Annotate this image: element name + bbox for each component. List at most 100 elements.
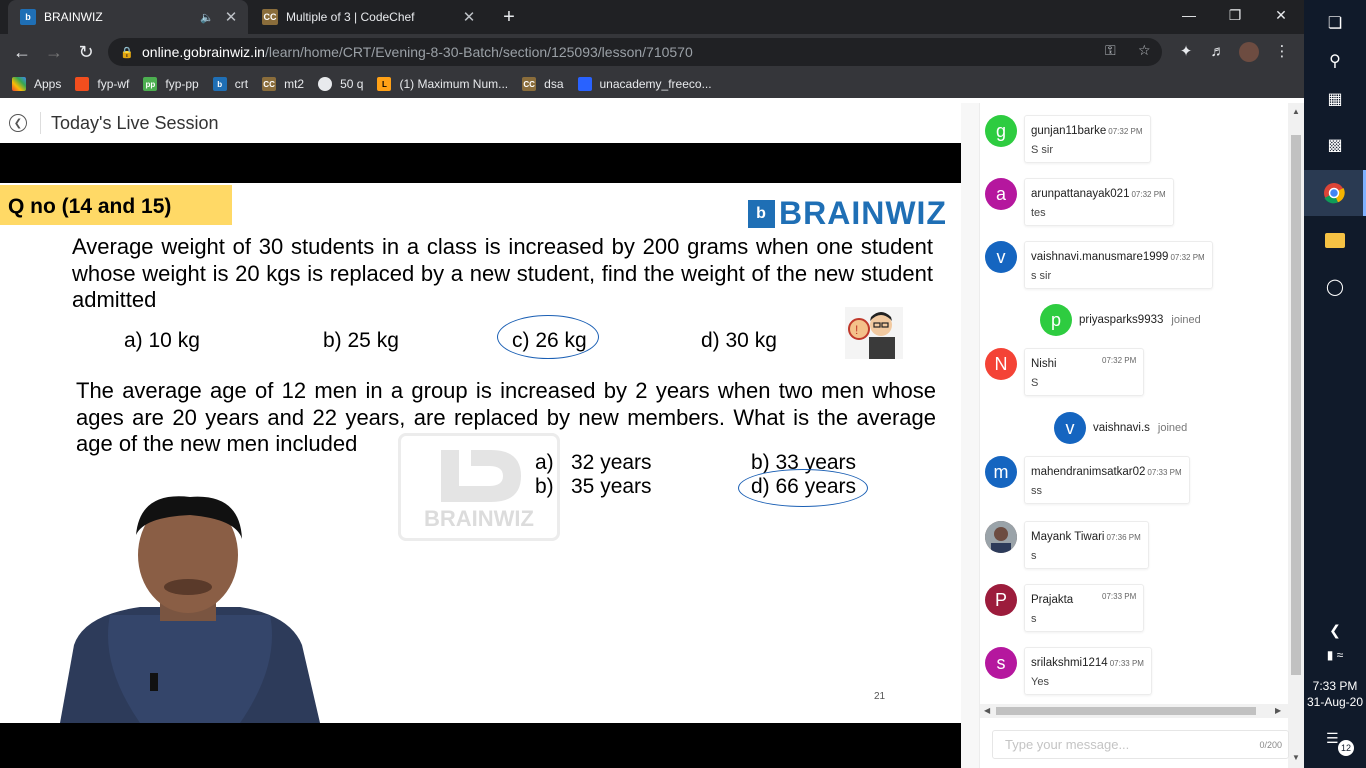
- timestamp: 07:32 PM: [1108, 127, 1143, 136]
- answer-circle-mark: [738, 469, 868, 507]
- close-tab-icon[interactable]: ✕: [220, 8, 242, 26]
- battery-wifi-icon[interactable]: ▮ ≈: [1304, 632, 1366, 678]
- chrome-icon[interactable]: [1304, 170, 1366, 216]
- system-clock[interactable]: 7:33 PM 31-Aug-20: [1304, 678, 1366, 710]
- codechef-favicon-icon: CC: [262, 9, 278, 25]
- question-2-text: The average age of 12 men in a group is …: [76, 378, 936, 456]
- codechef-icon: CC: [522, 77, 537, 91]
- username: mahendranimsatkar02: [1031, 466, 1146, 478]
- message-text: tes: [1031, 207, 1046, 219]
- tab-brainwiz[interactable]: b BRAINWIZ 🔈 ✕: [8, 0, 248, 34]
- bookmark-dsa[interactable]: CC dsa: [522, 77, 564, 91]
- timestamp: 07:33 PM: [1147, 468, 1182, 477]
- chat-horizontal-scrollbar[interactable]: ◀ ▶: [980, 704, 1288, 718]
- username: srilakshmi1214: [1031, 657, 1108, 669]
- avatar: v: [1054, 412, 1086, 444]
- q2-option-a-letter: a): [535, 451, 554, 474]
- app-icon[interactable]: ◯: [1304, 264, 1366, 310]
- clock-date: 31-Aug-20: [1306, 695, 1364, 709]
- minimize-button[interactable]: —: [1166, 0, 1212, 30]
- message-text: s: [1031, 613, 1037, 625]
- notification-badge: 12: [1338, 740, 1354, 756]
- media-control-icon[interactable]: ♬: [1207, 42, 1229, 62]
- scroll-right-icon[interactable]: ▶: [1275, 704, 1281, 718]
- key-icon[interactable]: ⚿: [1105, 42, 1116, 59]
- presenter-video: [60, 496, 320, 723]
- session-header: ❮ Today's Live Session: [0, 103, 961, 143]
- reload-icon[interactable]: ↻: [73, 40, 99, 64]
- lock-icon[interactable]: 🔒: [120, 46, 134, 59]
- username: Mayank Tiwari: [1031, 531, 1105, 543]
- menu-kebab-icon[interactable]: ⋮: [1271, 42, 1293, 62]
- scrollbar-thumb[interactable]: [1291, 135, 1301, 675]
- message-text: ss: [1031, 485, 1042, 497]
- username: Nishi: [1031, 358, 1057, 370]
- message-bubble: Mayank Tiwari 07:36 PM s: [1024, 521, 1149, 569]
- brand-name: BRAINWIZ: [779, 195, 947, 231]
- avatar: N: [985, 348, 1017, 380]
- bookmark-unacademy[interactable]: unacademy_freeco...: [577, 77, 712, 91]
- new-tab-button[interactable]: +: [497, 6, 521, 28]
- page-title: Today's Live Session: [51, 112, 219, 133]
- chat-message: P Prajakta 07:33 PM s: [985, 584, 1144, 632]
- message-bubble: vaishnavi.manusmare1999 07:32 PM s sir: [1024, 241, 1213, 289]
- close-window-button[interactable]: ✕: [1258, 0, 1304, 30]
- user-photo-icon: [985, 521, 1017, 553]
- message-bubble: mahendranimsatkar02 07:33 PM ss: [1024, 456, 1190, 504]
- tab-codechef[interactable]: CC Multiple of 3 | CodeChef ✕: [250, 0, 486, 34]
- star-icon[interactable]: ☆: [1138, 42, 1151, 59]
- chat-vertical-scrollbar[interactable]: ▲ ▼: [1288, 103, 1304, 768]
- scroll-up-icon[interactable]: ▲: [1288, 107, 1304, 116]
- notification-center-icon[interactable]: ☰: [1326, 730, 1339, 747]
- bookmark-fyp-wf[interactable]: fyp-wf: [75, 77, 129, 91]
- bookmark-crt[interactable]: b crt: [212, 77, 248, 91]
- message-bubble: srilakshmi1214 07:33 PM Yes: [1024, 647, 1152, 695]
- task-view-icon[interactable]: ▦: [1304, 76, 1366, 122]
- live-chat-panel[interactable]: g gunjan11barke 07:32 PM S sir a arunpatta…: [980, 103, 1288, 708]
- video-player[interactable]: Q no (14 and 15) b BRAINWIZ Average weig…: [0, 143, 961, 768]
- chat-message: a arunpattanayak021 07:32 PM tes: [985, 178, 1174, 226]
- profile-avatar[interactable]: [1239, 42, 1259, 62]
- forward-arrow-icon[interactable]: →: [41, 40, 67, 64]
- q1-option-d: d) 30 kg: [701, 329, 777, 352]
- restore-button[interactable]: ❐: [1212, 0, 1258, 30]
- avatar: a: [985, 178, 1017, 210]
- scroll-left-icon[interactable]: ◀: [984, 704, 990, 718]
- message-bubble: Nishi 07:32 PM S: [1024, 348, 1144, 396]
- tab-title: BRAINWIZ: [44, 10, 103, 24]
- chat-message: m mahendranimsatkar02 07:33 PM ss: [985, 456, 1190, 504]
- brainwiz-favicon-icon: b: [20, 9, 36, 25]
- windows-taskbar: ❏ ⚲ ▦ ▩ ◯ ❮ ▮ ≈ 7:33 PM 31-Aug-20 ☰ 12: [1304, 0, 1366, 768]
- teacher-avatar-sticker: !: [845, 307, 903, 359]
- user-photo-avatar: [985, 521, 1017, 553]
- speaker-muted-icon[interactable]: 🔈: [200, 11, 214, 24]
- bookmark-50q[interactable]: 50 q: [318, 77, 363, 91]
- bookmark-apps[interactable]: Apps: [12, 77, 61, 91]
- bookmark-maximum-num[interactable]: L (1) Maximum Num...: [377, 77, 508, 91]
- folder-icon: [1325, 232, 1345, 248]
- brainwiz-icon: b: [212, 77, 227, 91]
- browser-toolbar: ← → ↻ 🔒 online.gobrainwiz.in/learn/home/…: [0, 34, 1304, 70]
- question-1-text: Average weight of 30 students in a class…: [72, 234, 933, 312]
- extensions-puzzle-icon[interactable]: ✦: [1175, 42, 1197, 62]
- chat-message: v vaishnavi.manusmare1999 07:32 PM s sir: [985, 241, 1213, 289]
- chat-message-input[interactable]: [993, 737, 1260, 752]
- q2-option-c-letter: b): [535, 475, 554, 498]
- scrollbar-thumb[interactable]: [996, 707, 1256, 715]
- bookmark-mt2[interactable]: CC mt2: [262, 77, 304, 91]
- divider: [40, 112, 41, 134]
- file-explorer-icon[interactable]: [1304, 217, 1366, 263]
- q2-option-c-text: 35 years: [571, 475, 652, 498]
- username: vaishnavi.manusmare1999: [1031, 251, 1169, 263]
- scroll-down-icon[interactable]: ▼: [1288, 753, 1304, 762]
- unacademy-icon: [577, 77, 592, 91]
- chat-message: s srilakshmi1214 07:33 PM Yes: [985, 647, 1152, 695]
- chat-divider: [961, 103, 980, 768]
- back-arrow-icon[interactable]: ←: [9, 40, 35, 64]
- back-circle-icon[interactable]: ❮: [9, 114, 27, 132]
- bookmark-fyp-pp[interactable]: pp fyp-pp: [143, 77, 199, 91]
- close-tab-icon[interactable]: ✕: [458, 8, 480, 26]
- globe-icon: [318, 77, 333, 91]
- address-bar[interactable]: 🔒 online.gobrainwiz.in/learn/home/CRT/Ev…: [108, 38, 1162, 66]
- terminal-icon[interactable]: ▩: [1304, 122, 1366, 168]
